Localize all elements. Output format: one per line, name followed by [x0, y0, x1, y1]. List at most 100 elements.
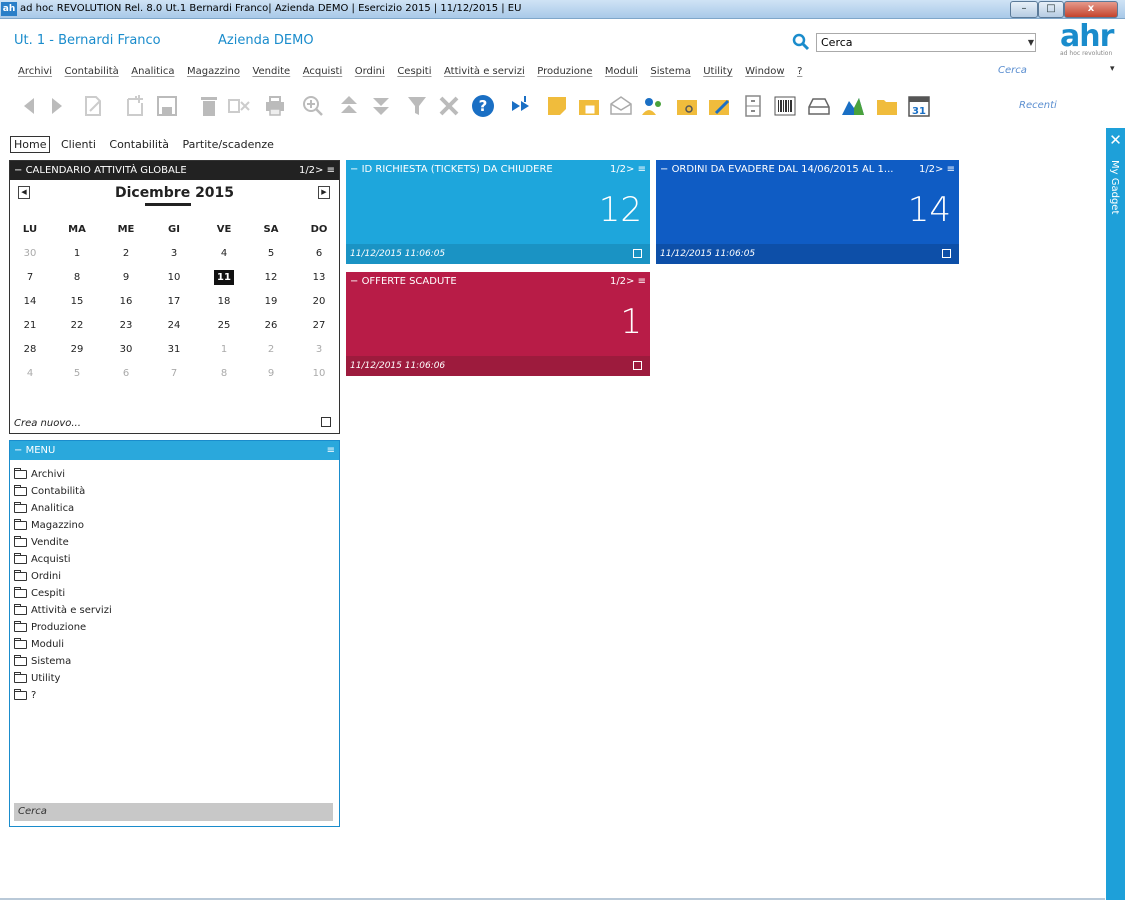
calendar-day[interactable]: 10	[154, 272, 194, 283]
tree-item-ordini[interactable]: Ordini	[14, 568, 339, 585]
gadget-label[interactable]: My Gadget	[1109, 160, 1120, 214]
save-icon[interactable]	[154, 93, 180, 119]
calendar-day[interactable]: 27	[299, 320, 339, 331]
last-record-icon[interactable]	[368, 93, 394, 119]
minimize-button[interactable]: –	[1010, 1, 1038, 18]
tile-pager[interactable]: 1/2> ≡	[610, 272, 646, 291]
calendar-day[interactable]: 3	[154, 248, 194, 259]
expand-icon[interactable]	[633, 249, 642, 258]
tab-clienti[interactable]: Clienti	[58, 137, 99, 152]
calendar-day[interactable]: 24	[154, 320, 194, 331]
menu-moduli[interactable]: Moduli	[605, 66, 638, 77]
calendar-day[interactable]: 8	[204, 368, 244, 379]
menu-magazzino[interactable]: Magazzino	[187, 66, 240, 77]
menu-produzione[interactable]: Produzione	[537, 66, 592, 77]
tree-item-sistema[interactable]: Sistema	[14, 653, 339, 670]
menu-options-icon[interactable]: ≡	[327, 441, 335, 460]
collapse-icon[interactable]: −	[350, 276, 362, 287]
calendar-day[interactable]: 6	[106, 368, 146, 379]
calendar-day[interactable]: 6	[299, 248, 339, 259]
search-input[interactable]	[816, 33, 1036, 52]
calendar-day[interactable]: 25	[204, 320, 244, 331]
process-icon[interactable]	[508, 93, 534, 119]
calendar-day[interactable]: 31	[154, 344, 194, 355]
calendar-day[interactable]: 5	[251, 248, 291, 259]
calendar-day[interactable]: 7	[10, 272, 50, 283]
calendar-day[interactable]: 29	[57, 344, 97, 355]
expand-icon[interactable]	[321, 417, 331, 427]
calendar-day[interactable]: 4	[10, 368, 50, 379]
inbox-icon[interactable]	[806, 93, 832, 119]
tile-expired-offers[interactable]: − OFFERTE SCADUTE 1/2> ≡ 1 11/12/2015 11:…	[346, 272, 650, 376]
tree-item-cespiti[interactable]: Cespiti	[14, 585, 339, 602]
tree-item-moduli[interactable]: Moduli	[14, 636, 339, 653]
tree-item-acquisti[interactable]: Acquisti	[14, 551, 339, 568]
recent-link[interactable]: Recenti	[1019, 100, 1057, 111]
tree-item-utility[interactable]: Utility	[14, 670, 339, 687]
chart-icon[interactable]	[840, 93, 866, 119]
calendar-day[interactable]: 15	[57, 296, 97, 307]
tile-pager[interactable]: 1/2> ≡	[610, 160, 646, 179]
tree-item-attivita-servizi[interactable]: Attività e servizi	[14, 602, 339, 619]
calendar-day[interactable]: 30	[10, 248, 50, 259]
tab-home[interactable]: Home	[10, 136, 51, 153]
calendar-day[interactable]: 1	[57, 248, 97, 259]
tree-item-help[interactable]: ?	[14, 687, 339, 704]
collapse-icon[interactable]: −	[350, 164, 362, 175]
calendar-day[interactable]: 18	[204, 296, 244, 307]
calendar-day[interactable]: 2	[106, 248, 146, 259]
menu-contabilita[interactable]: Contabilità	[65, 66, 119, 77]
new-document-icon[interactable]	[122, 93, 148, 119]
mail-icon[interactable]	[608, 93, 634, 119]
search-icon[interactable]	[792, 33, 810, 51]
calendar-day[interactable]: 1	[204, 344, 244, 355]
calendar-day[interactable]: 14	[10, 296, 50, 307]
calendar-day[interactable]: 10	[299, 368, 339, 379]
create-new-link[interactable]: Crea nuovo...	[14, 418, 81, 429]
help-icon[interactable]: ?	[470, 93, 496, 119]
expand-icon[interactable]	[633, 361, 642, 370]
edit-folder-icon[interactable]	[706, 93, 732, 119]
menu-analitica[interactable]: Analitica	[131, 66, 174, 77]
menu-cespiti[interactable]: Cespiti	[397, 66, 431, 77]
calendar-day[interactable]: 9	[106, 272, 146, 283]
remove-row-icon[interactable]	[226, 93, 252, 119]
collapse-icon[interactable]: −	[660, 164, 672, 175]
search-folder-icon[interactable]	[674, 93, 700, 119]
calendar-day[interactable]: 9	[251, 368, 291, 379]
menu-help[interactable]: ?	[797, 66, 802, 77]
tree-item-contabilita[interactable]: Contabilità	[14, 483, 339, 500]
zoom-in-icon[interactable]	[300, 93, 326, 119]
delete-icon[interactable]	[196, 93, 222, 119]
calendar-day[interactable]: 8	[57, 272, 97, 283]
first-record-icon[interactable]	[336, 93, 362, 119]
calendar-day[interactable]: 26	[251, 320, 291, 331]
calendar-day[interactable]: 21	[10, 320, 50, 331]
tree-item-magazzino[interactable]: Magazzino	[14, 517, 339, 534]
calendar-day[interactable]: 28	[10, 344, 50, 355]
calendar-day[interactable]: 23	[106, 320, 146, 331]
calendar-day[interactable]: 11	[204, 270, 244, 285]
calendar-pager[interactable]: 1/2> ≡	[299, 161, 335, 180]
menu-sistema[interactable]: Sistema	[650, 66, 690, 77]
print-icon[interactable]	[262, 93, 288, 119]
menu-vendite[interactable]: Vendite	[252, 66, 290, 77]
document-folder-icon[interactable]	[576, 93, 602, 119]
cancel-icon[interactable]	[436, 93, 462, 119]
menu-window[interactable]: Window	[745, 66, 784, 77]
calendar-day[interactable]: 13	[299, 272, 339, 283]
menu-archivi[interactable]: Archivi	[18, 66, 52, 77]
calendar-day[interactable]: 20	[299, 296, 339, 307]
edit-document-icon[interactable]	[80, 93, 106, 119]
tile-orders[interactable]: − ORDINI DA EVADERE DAL 14/06/2015 AL 1.…	[656, 160, 959, 264]
contacts-icon[interactable]	[640, 93, 666, 119]
archive-icon[interactable]	[740, 93, 766, 119]
menu-utility[interactable]: Utility	[703, 66, 732, 77]
barcode-icon[interactable]	[772, 93, 798, 119]
calendar-day[interactable]: 30	[106, 344, 146, 355]
tile-pager[interactable]: 1/2> ≡	[919, 160, 955, 179]
user-name[interactable]: Ut. 1 - Bernardi Franco	[14, 33, 161, 48]
calendar-day[interactable]: 7	[154, 368, 194, 379]
tree-item-analitica[interactable]: Analitica	[14, 500, 339, 517]
company-name[interactable]: Azienda DEMO	[218, 33, 314, 48]
